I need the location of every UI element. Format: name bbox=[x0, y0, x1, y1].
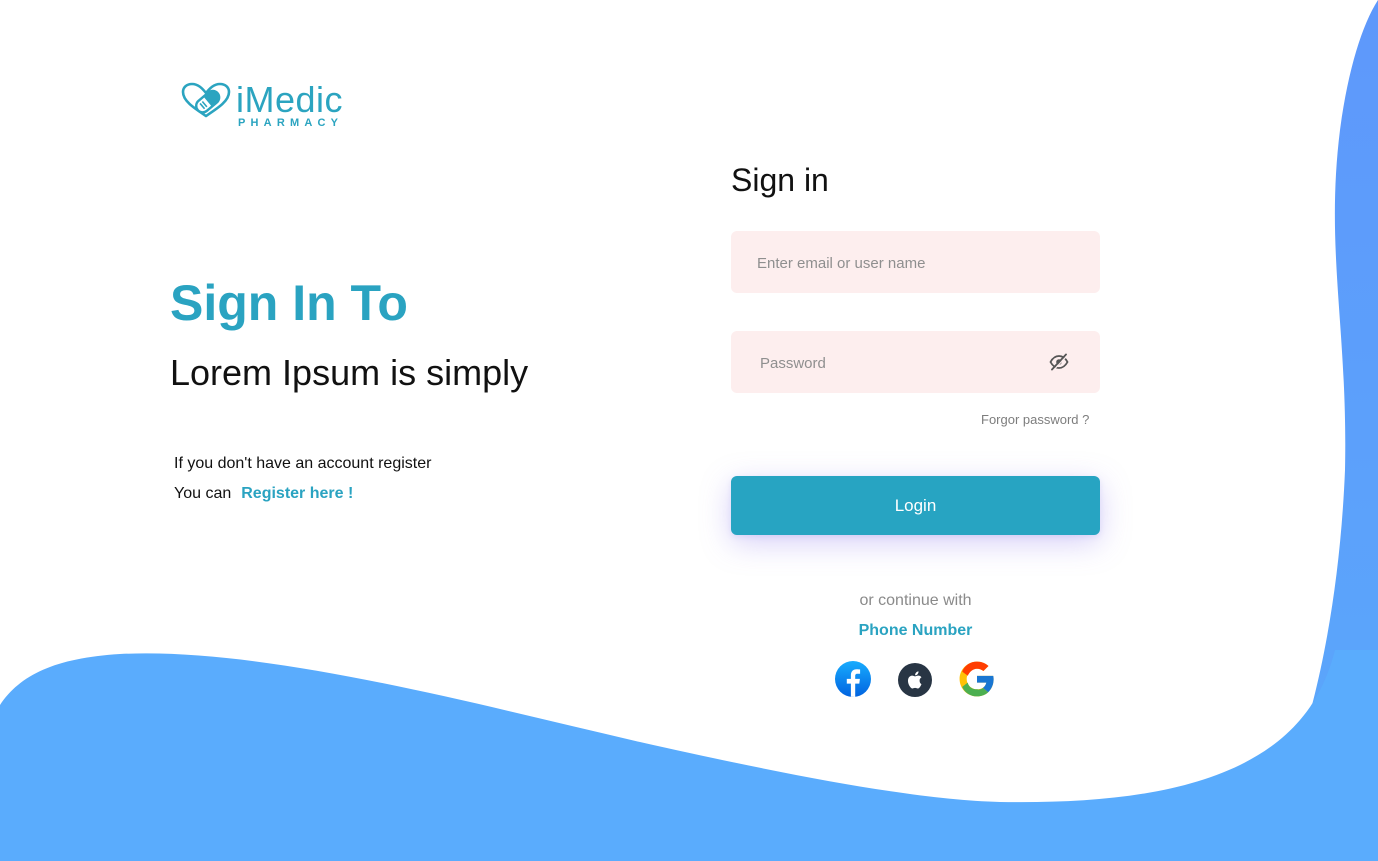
password-input[interactable] bbox=[731, 331, 1032, 395]
heart-pill-icon bbox=[181, 82, 231, 118]
brand-tagline: PHARMACY bbox=[238, 117, 344, 129]
email-field bbox=[731, 231, 1100, 295]
register-line: You can Register here ! bbox=[174, 484, 353, 504]
email-input[interactable] bbox=[731, 231, 1029, 295]
register-link[interactable]: Register here ! bbox=[241, 485, 353, 502]
register-prefix: You can bbox=[174, 485, 232, 502]
register-prompt: If you don't have an account register bbox=[174, 455, 432, 472]
hero-title: Sign In To bbox=[170, 275, 408, 331]
login-button[interactable]: Login bbox=[731, 476, 1100, 535]
hero-subtitle: Lorem Ipsum is simply bbox=[170, 352, 529, 393]
phone-number-link[interactable]: Phone Number bbox=[731, 621, 1100, 641]
forgot-password-link[interactable]: Forgor password ? bbox=[981, 411, 1089, 429]
eye-off-icon[interactable] bbox=[1049, 353, 1069, 371]
brand-logo: iMedic PHARMACY bbox=[180, 79, 380, 134]
brand-name: iMedic bbox=[236, 79, 344, 120]
facebook-icon[interactable] bbox=[834, 660, 872, 698]
signin-title: Sign in bbox=[731, 162, 829, 198]
google-icon[interactable] bbox=[958, 660, 996, 698]
password-field bbox=[731, 331, 1100, 395]
or-continue-text: or continue with bbox=[859, 592, 972, 609]
apple-icon[interactable] bbox=[897, 662, 935, 700]
